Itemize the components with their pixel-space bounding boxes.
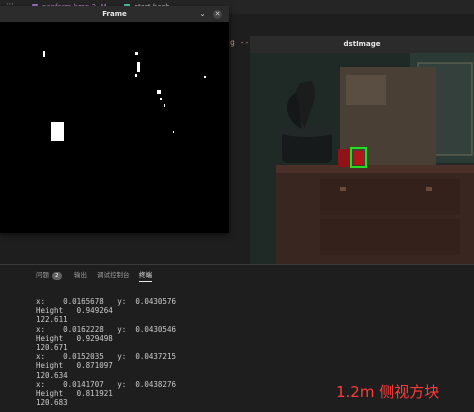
terminal-line: x: 0.0141707 y: 0.0438276 xyxy=(36,379,176,389)
mask-blob xyxy=(135,52,138,55)
panel-tab-label: 终端 xyxy=(139,271,152,279)
terminal-line: 122.611 xyxy=(36,315,68,325)
mask-blob xyxy=(51,122,64,141)
terminal-line: 120.634 xyxy=(36,370,68,380)
detection-box xyxy=(350,147,367,168)
minimize-button[interactable]: ⌄ xyxy=(198,10,207,19)
terminal-line: Height 0.871097 xyxy=(36,361,113,371)
window-title: Frame xyxy=(102,10,127,18)
terminal-line: x: 0.0162228 y: 0.0430546 xyxy=(36,324,176,334)
close-button[interactable]: ✕ xyxy=(213,10,222,19)
caption-overlay: 1.2m 侧视方块 xyxy=(336,383,440,401)
mask-blob xyxy=(137,62,140,72)
mask-blob xyxy=(204,76,206,78)
panel-tab-label: 输出 xyxy=(74,271,87,279)
panel-tab-label: 问题 xyxy=(36,271,49,279)
mask-blob xyxy=(164,104,165,107)
panel-tab-problems[interactable]: 问题 2 xyxy=(36,269,62,280)
terminal-output[interactable]: x: 0.0165678 y: 0.0430576 Height 0.949264… xyxy=(36,297,176,407)
red-block xyxy=(338,149,350,167)
dstimage-window[interactable]: dstImage xyxy=(250,36,474,266)
terminal-line: x: 0.0152035 y: 0.0437215 xyxy=(36,352,176,362)
panel-tab-debug-console[interactable]: 调试控制台 xyxy=(97,269,130,279)
terminal-line: x: 0.0165678 y: 0.0430576 xyxy=(36,297,176,306)
panel-tab-terminal[interactable]: 终端 xyxy=(139,269,152,282)
terminal-line: 120.671 xyxy=(36,343,68,353)
panel-tab-output[interactable]: 输出 xyxy=(74,269,87,279)
dstimage-titlebar[interactable]: dstImage xyxy=(250,36,474,53)
frame-titlebar[interactable]: Frame ⌄ ✕ xyxy=(0,6,229,22)
binary-mask-image xyxy=(0,22,229,233)
mask-blob xyxy=(157,90,161,94)
mask-blob xyxy=(43,51,45,57)
terminal-line: Height 0.929498 xyxy=(36,333,113,343)
terminal-line: Height 0.811921 xyxy=(36,389,113,399)
mask-blob xyxy=(135,74,137,77)
window-title: dstImage xyxy=(343,40,381,48)
mask-blob xyxy=(160,98,162,100)
problems-count-badge: 2 xyxy=(52,272,62,280)
terminal-line: Height 0.949264 xyxy=(36,306,113,316)
terminal-line: 120.683 xyxy=(36,398,68,408)
panel-tab-label: 调试控制台 xyxy=(97,271,130,279)
mask-blob xyxy=(173,131,174,133)
camera-image xyxy=(250,53,474,266)
frame-window[interactable]: Frame ⌄ ✕ xyxy=(0,6,229,233)
